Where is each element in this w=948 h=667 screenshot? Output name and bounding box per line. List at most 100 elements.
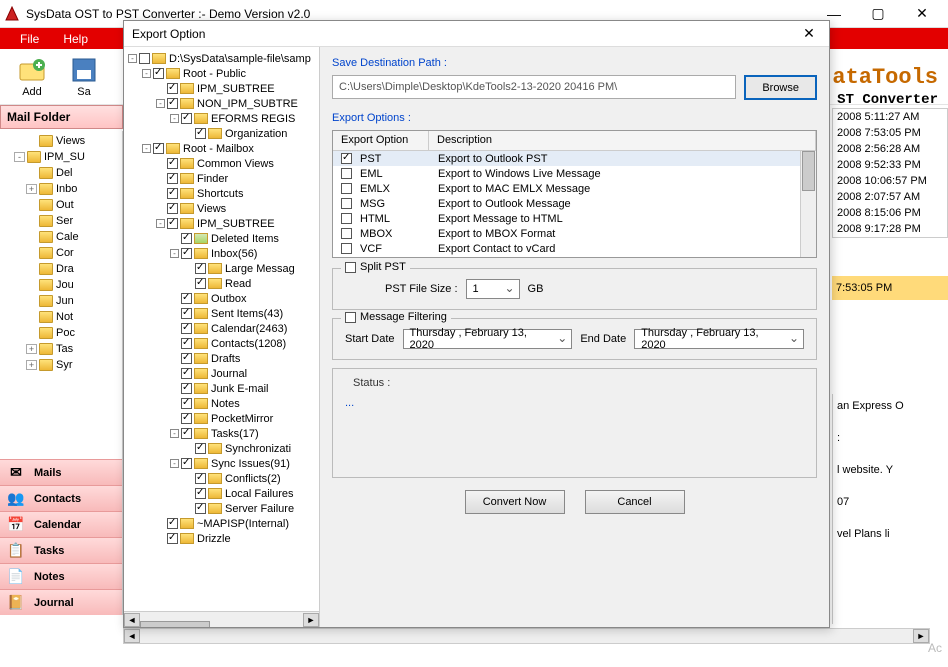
destination-path-input[interactable]: C:\Users\Dimple\Desktop\KdeTools2-13-202… [332,75,736,99]
tree-item[interactable]: -Root - Public [128,66,319,81]
tree-item[interactable]: Finder [128,171,319,186]
nav-mails[interactable]: ✉Mails [0,459,122,485]
nav-calendar[interactable]: 📅Calendar [0,511,122,537]
tree-item[interactable]: Sent Items(43) [128,306,319,321]
tree-item[interactable]: Calendar(2463) [128,321,319,336]
maximize-button[interactable]: ▢ [856,0,900,28]
tree-item[interactable]: -IPM_SU [2,149,120,165]
tree-item[interactable]: Ser [2,213,120,229]
col-description[interactable]: Description [429,131,816,150]
cancel-button[interactable]: Cancel [585,490,685,514]
nav-notes[interactable]: 📄Notes [0,563,122,589]
tree-item[interactable]: Common Views [128,156,319,171]
dialog-folder-tree[interactable]: -D:\SysData\sample-file\samp-Root - Publ… [124,47,320,627]
nav-tasks[interactable]: 📋Tasks [0,537,122,563]
dialog-close-button[interactable]: ✕ [797,24,821,44]
tree-item[interactable]: +Tas [2,341,120,357]
export-option-eml[interactable]: EMLExport to Windows Live Message [333,166,816,181]
tree-item[interactable]: Conflicts(2) [128,471,319,486]
tree-item[interactable]: Views [2,133,120,149]
tree-item[interactable]: Journal [128,366,319,381]
tree-item[interactable]: Cale [2,229,120,245]
option-checkbox[interactable] [341,243,352,254]
export-option-vcf[interactable]: VCFExport Contact to vCard [333,241,816,256]
split-pst-checkbox[interactable] [345,262,356,273]
option-checkbox[interactable] [341,183,352,194]
tree-item[interactable]: Synchronizati [128,441,319,456]
export-option-mbox[interactable]: MBOXExport to MBOX Format [333,226,816,241]
list-item[interactable]: 2008 7:53:05 PM [833,125,947,141]
tree-item[interactable]: Server Failure [128,501,319,516]
tree-item[interactable]: Notes [128,396,319,411]
highlighted-row[interactable]: 7:53:05 PM [832,276,948,306]
tree-item[interactable]: -Inbox(56) [128,246,319,261]
option-checkbox[interactable] [341,168,352,179]
list-item[interactable]: 2008 5:11:27 AM [833,109,947,125]
close-button[interactable]: ✕ [900,0,944,28]
list-item[interactable]: 2008 2:56:28 AM [833,141,947,157]
col-export-option[interactable]: Export Option [333,131,429,150]
tree-item[interactable]: -Sync Issues(91) [128,456,319,471]
tree-item[interactable]: Deleted Items [128,231,319,246]
scroll-right-icon[interactable]: ► [913,629,929,643]
option-checkbox[interactable] [341,198,352,209]
tree-item[interactable]: IPM_SUBTREE [128,81,319,96]
option-checkbox[interactable] [341,228,352,239]
tree-item[interactable]: Views [128,201,319,216]
tree-item[interactable]: Not [2,309,120,325]
start-date-picker[interactable]: Thursday , February 13, 2020 [403,329,573,349]
horizontal-scrollbar[interactable]: ◄ ► [123,628,930,644]
export-option-html[interactable]: HTMLExport Message to HTML [333,211,816,226]
tree-item[interactable]: Jou [2,277,120,293]
menu-file[interactable]: File [8,28,51,49]
folder-tree[interactable]: Views-IPM_SUDel+InboOutSerCaleCorDraJouJ… [0,131,122,459]
menu-help[interactable]: Help [51,28,100,49]
scroll-right-icon[interactable]: ► [303,613,319,627]
tree-item[interactable]: Read [128,276,319,291]
option-checkbox[interactable] [341,213,352,224]
tree-item[interactable]: Junk E-mail [128,381,319,396]
option-checkbox[interactable] [341,153,352,164]
tree-item[interactable]: Jun [2,293,120,309]
tree-item[interactable]: Dra [2,261,120,277]
tree-item[interactable]: -Root - Mailbox [128,141,319,156]
message-list-partial[interactable]: 2008 5:11:27 AM2008 7:53:05 PM2008 2:56:… [832,108,948,238]
tree-item[interactable]: -Tasks(17) [128,426,319,441]
options-vscrollbar[interactable] [800,151,816,257]
list-item[interactable]: 2008 9:17:28 PM [833,221,947,237]
tree-item[interactable]: Shortcuts [128,186,319,201]
tree-item[interactable]: -D:\SysData\sample-file\samp [128,51,319,66]
nav-contacts[interactable]: 👥Contacts [0,485,122,511]
tree-item[interactable]: +Syr [2,357,120,373]
tree-item[interactable]: -NON_IPM_SUBTRE [128,96,319,111]
tree-item[interactable]: -IPM_SUBTREE [128,216,319,231]
export-option-pst[interactable]: PSTExport to Outlook PST [333,151,816,166]
tree-item[interactable]: PocketMirror [128,411,319,426]
tree-item[interactable]: Local Failures [128,486,319,501]
tree-item[interactable]: Outbox [128,291,319,306]
message-filtering-checkbox[interactable] [345,312,356,323]
browse-button[interactable]: Browse [744,75,817,100]
list-item[interactable]: 2008 9:52:33 PM [833,157,947,173]
tree-item[interactable]: Drafts [128,351,319,366]
list-item[interactable]: 2008 8:15:06 PM [833,205,947,221]
tree-item[interactable]: Contacts(1208) [128,336,319,351]
tree-item[interactable]: Drizzle [128,531,319,546]
tree-item[interactable]: +Inbo [2,181,120,197]
pst-size-select[interactable]: 1 [466,279,520,299]
tree-item[interactable]: Large Messag [128,261,319,276]
nav-journal[interactable]: 📔Journal [0,589,122,615]
tree-item[interactable]: Cor [2,245,120,261]
tree-item[interactable]: ~MAPISP(Internal) [128,516,319,531]
add-button[interactable]: Add [8,51,56,103]
tree-item[interactable]: -EFORMS REGIS [128,111,319,126]
save-button[interactable]: Sa [60,51,108,103]
export-option-emlx[interactable]: EMLXExport to MAC EMLX Message [333,181,816,196]
export-option-msg[interactable]: MSGExport to Outlook Message [333,196,816,211]
scroll-left-icon[interactable]: ◄ [124,613,140,627]
tree-item[interactable]: Organization [128,126,319,141]
tree-item[interactable]: Out [2,197,120,213]
tree-item[interactable]: Del [2,165,120,181]
end-date-picker[interactable]: Thursday , February 13, 2020 [634,329,804,349]
list-item[interactable]: 2008 2:07:57 AM [833,189,947,205]
